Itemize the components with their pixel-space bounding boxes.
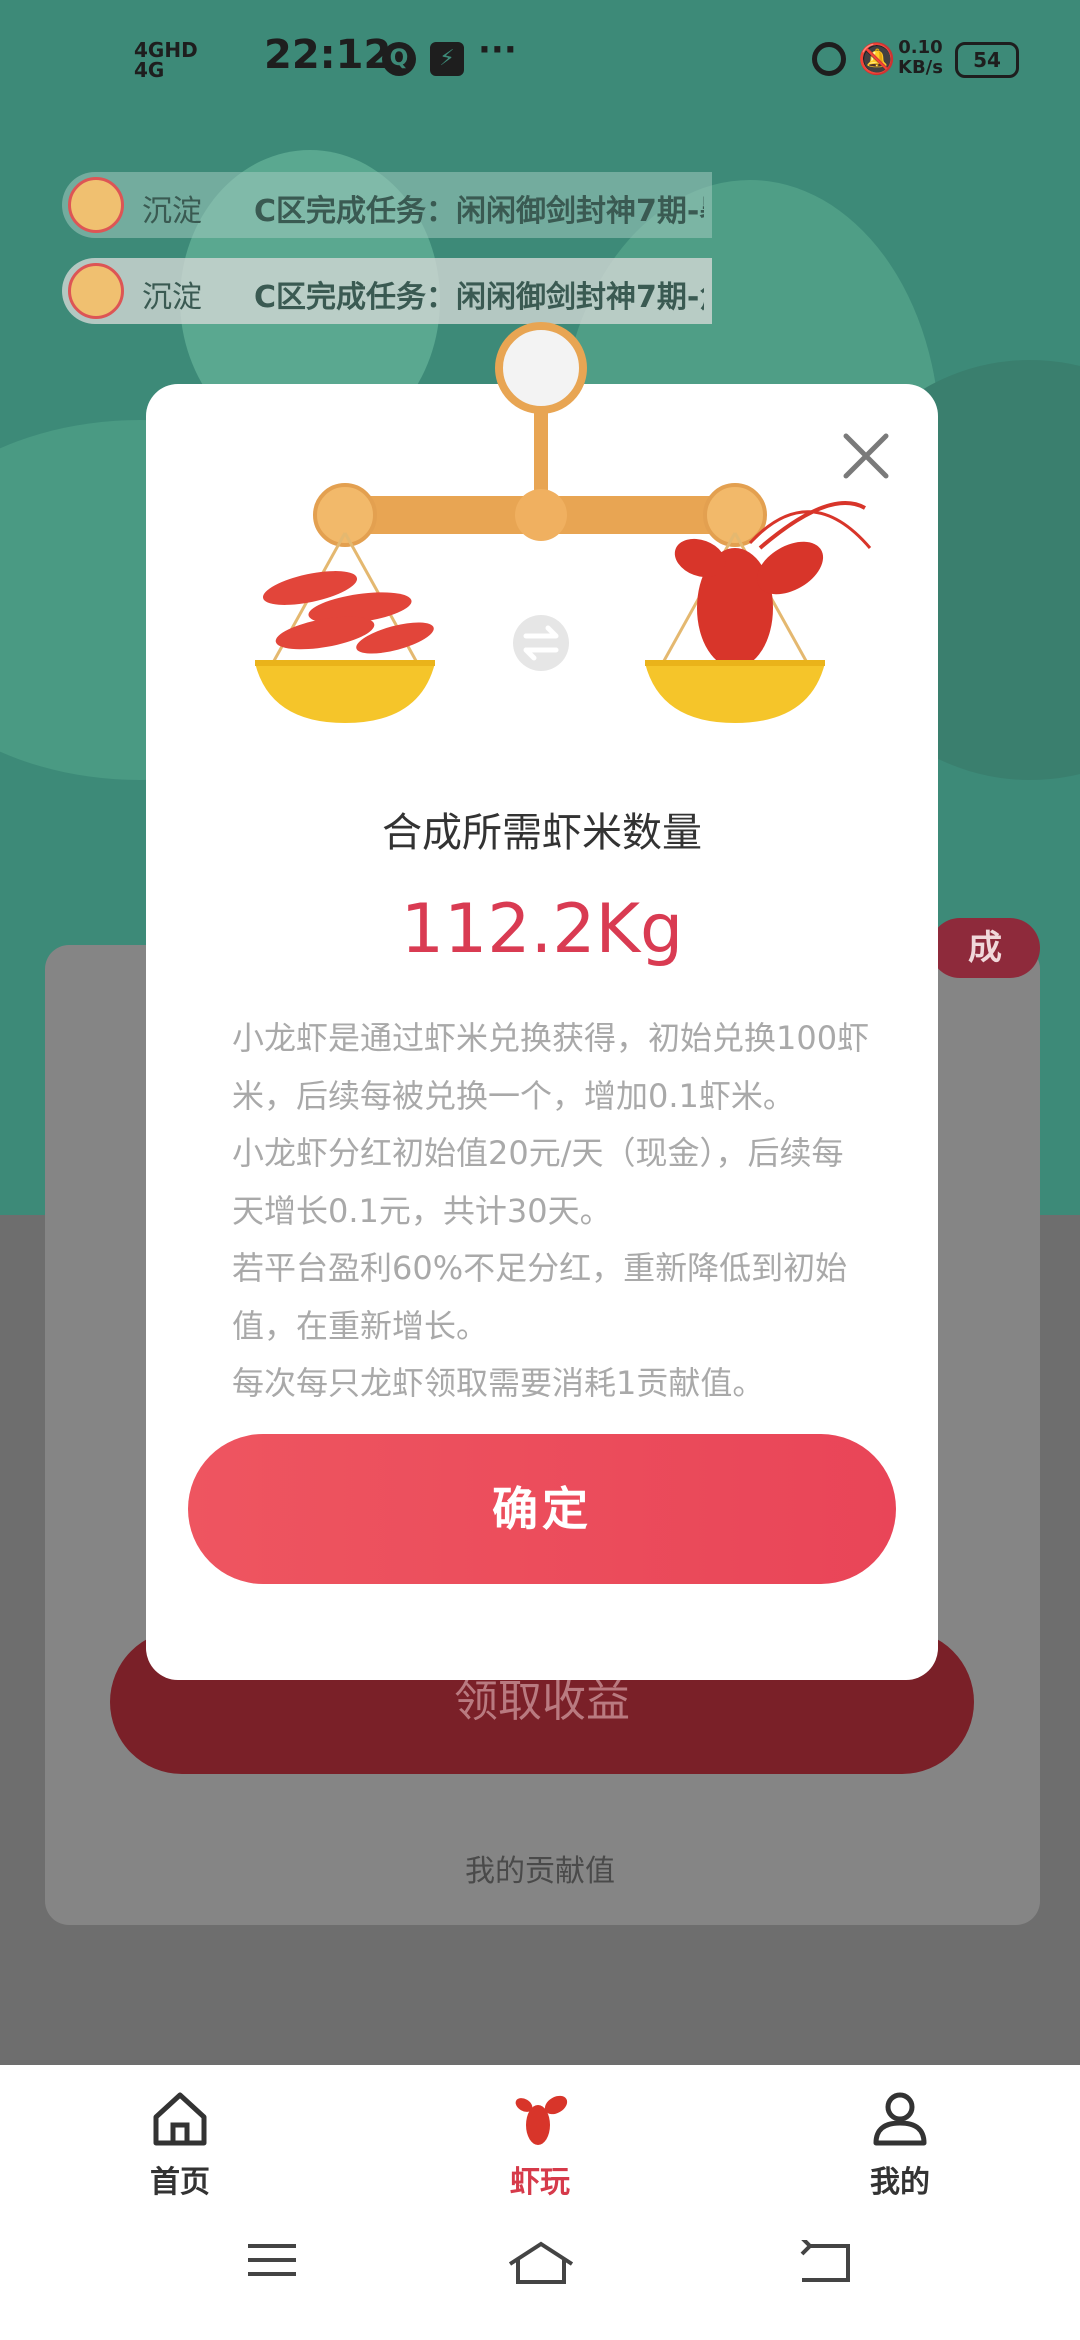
- nav-label: 我的: [870, 2165, 930, 2200]
- description-paragraph: 小龙虾是通过虾米兑换获得，初始兑换100虾米，后续每被兑换一个，增加0.1虾米。: [232, 1019, 870, 1115]
- synthesize-badge: 成: [930, 918, 1040, 978]
- nav-label: 虾玩: [510, 2165, 570, 2200]
- description-paragraph: 小龙虾分红初始值20元/天（现金），后续每天增长0.1元，共计30天。: [232, 1134, 844, 1230]
- status-bar: 4GHD 4G 22:12 Q ⚡ ··· 🔕 0.10 KB/s 54: [0, 0, 1080, 120]
- bottom-navigation: 首页 虾玩 我的: [0, 2065, 1080, 2340]
- nav-item-home[interactable]: 首页: [80, 2087, 280, 2201]
- balance-scale-illustration: [255, 322, 872, 723]
- clock: 22:12: [264, 32, 392, 78]
- back-icon[interactable]: [796, 2240, 852, 2284]
- avatar: [68, 263, 124, 319]
- more-notifications-icon: ···: [478, 30, 517, 70]
- network-speed: 0.10 KB/s: [898, 37, 943, 78]
- silent-icon: 🔕: [858, 42, 896, 77]
- confirm-button[interactable]: 确定: [188, 1434, 896, 1584]
- nav-item-mine[interactable]: 我的: [800, 2087, 1000, 2201]
- battery-indicator: 54: [955, 42, 1019, 78]
- crayfish-icon: [515, 2095, 568, 2145]
- ticker-user: 沉淀: [142, 194, 202, 229]
- ticker-message: C区完成任务：闲闲御剑封神7期-角: [254, 280, 704, 315]
- user-icon: [873, 2092, 927, 2146]
- alarm-icon: [812, 42, 846, 76]
- ticker-user: 沉淀: [142, 280, 202, 315]
- avatar: [68, 177, 124, 233]
- network-indicator: 4GHD 4G: [134, 38, 198, 82]
- nav-label: 首页: [150, 2165, 210, 2200]
- notification-app-icon: ⚡: [430, 42, 464, 76]
- dialog-description: 小龙虾是通过虾米兑换获得，初始兑换100虾米，后续每被兑换一个，增加0.1虾米。…: [232, 1010, 872, 1413]
- home-icon: [153, 2092, 207, 2146]
- ticker-item: 沉淀 C区完成任务：闲闲御剑封神7期-暑: [62, 172, 712, 238]
- ticker-message: C区完成任务：闲闲御剑封神7期-暑: [254, 194, 704, 229]
- description-paragraph: 若平台盈利60%不足分红，重新降低到初始值，在重新增长。: [232, 1249, 848, 1345]
- required-amount: 112.2Kg: [400, 890, 684, 969]
- my-contribution-link: 我的贡献值: [465, 1854, 615, 1889]
- nav-item-play[interactable]: 虾玩: [440, 2087, 640, 2201]
- notification-app-icon: Q: [382, 42, 416, 76]
- dialog-title: 合成所需虾米数量: [382, 810, 702, 856]
- menu-icon[interactable]: [244, 2240, 300, 2280]
- system-home-icon[interactable]: [506, 2240, 576, 2286]
- ticker-item: 沉淀 C区完成任务：闲闲御剑封神7期-角: [62, 258, 712, 324]
- description-paragraph: 每次每只龙虾领取需要消耗1贡献值。: [232, 1364, 765, 1402]
